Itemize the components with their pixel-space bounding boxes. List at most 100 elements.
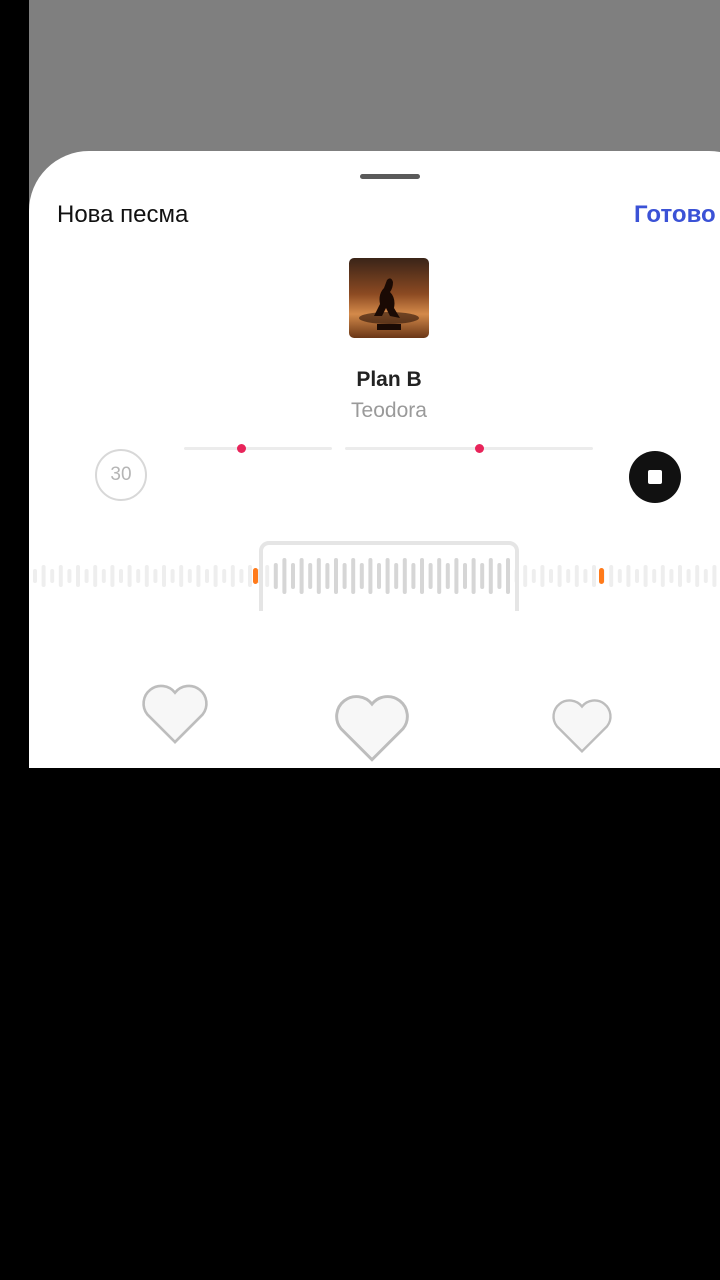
waveform-bar (402, 558, 407, 594)
waveform-bar (471, 558, 476, 594)
waveform-bar (626, 565, 631, 587)
waveform-bar (445, 563, 450, 589)
waveform-bar (230, 565, 235, 587)
waveform-bar (222, 569, 227, 583)
waveform-bar (153, 569, 158, 583)
waveform-bar (506, 558, 510, 594)
waveform-bar (265, 565, 270, 587)
done-button[interactable]: Готово (634, 201, 716, 229)
waveform-bar (643, 565, 648, 587)
waveform-bar (359, 563, 364, 589)
waveform-bar (686, 569, 691, 583)
waveform-bar (213, 565, 218, 587)
stop-icon (648, 470, 662, 484)
waveform-bar (394, 563, 399, 589)
waveform-bar (205, 569, 209, 583)
waveform-bars (33, 558, 717, 594)
waveform-bar (652, 569, 657, 583)
song-title: Plan B (356, 368, 422, 391)
waveform-bar (695, 565, 700, 587)
waveform-bar (592, 565, 596, 587)
waveform-bar (385, 558, 390, 594)
waveform-bar (609, 565, 614, 587)
trim-track-left (184, 447, 332, 450)
left-black-bar (0, 0, 29, 768)
song-picker-sheet: Нова песма Готово Plan B Teodora 30 (29, 151, 720, 768)
waveform-bar (273, 563, 278, 589)
waveform-bar (110, 565, 115, 587)
white-heart-icon[interactable] (139, 681, 211, 750)
waveform-bar (162, 565, 166, 587)
waveform-bar (101, 569, 106, 583)
waveform-bar (583, 569, 588, 583)
waveform-bar (703, 569, 708, 583)
waveform-bar (428, 563, 433, 589)
stop-button[interactable] (629, 451, 681, 503)
waveform-bar (170, 569, 175, 583)
waveform-bar (463, 563, 467, 589)
waveform-bar (127, 565, 132, 587)
waveform-bar (669, 569, 674, 583)
album-cover (349, 258, 429, 338)
waveform-bar (144, 565, 149, 587)
waveform-bar (351, 558, 356, 594)
waveform-bar (282, 558, 287, 594)
waveform-bar (411, 563, 416, 589)
trim-track-right (345, 447, 593, 450)
waveform-bar (437, 558, 442, 594)
waveform-bar (316, 558, 321, 594)
waveform-bar (76, 565, 80, 587)
waveform-bar (480, 563, 485, 589)
waveform-bar (239, 569, 244, 583)
waveform-bar (308, 563, 313, 589)
waveform-bar (342, 563, 347, 589)
waveform-scrubber[interactable] (29, 541, 720, 611)
waveform-bar (187, 569, 192, 583)
waveform-bar (557, 565, 562, 587)
white-heart-icon[interactable] (549, 696, 615, 759)
duration-badge[interactable]: 30 (95, 449, 147, 501)
waveform-bar (41, 565, 46, 587)
waveform-bar (299, 558, 304, 594)
waveform-bar (566, 569, 571, 583)
waveform-bar (712, 565, 717, 587)
waveform-bar (50, 569, 55, 583)
waveform-bar (549, 569, 553, 583)
waveform-bar (196, 565, 201, 587)
waveform-bar (377, 563, 381, 589)
drag-handle[interactable] (360, 174, 420, 179)
trim-start-marker[interactable] (237, 444, 246, 453)
waveform-bar (368, 558, 373, 594)
dimmed-backdrop[interactable]: Нова песма Готово Plan B Teodora 30 (29, 0, 720, 768)
waveform-bar (531, 569, 536, 583)
waveform-bar (291, 563, 295, 589)
sheet-title: Нова песма (57, 201, 189, 228)
white-heart-icon[interactable] (331, 691, 413, 768)
waveform-bar (119, 569, 123, 583)
selection-start-marker (253, 568, 258, 584)
waveform-bar (334, 558, 338, 594)
waveform-bar (617, 569, 622, 583)
trim-end-marker[interactable] (475, 444, 484, 453)
waveform-bar (136, 569, 141, 583)
waveform-bar (635, 569, 639, 583)
waveform-bar (454, 558, 459, 594)
song-artist: Teodora (351, 399, 427, 422)
waveform-bar (497, 563, 502, 589)
waveform-bar (488, 558, 493, 594)
waveform-bar (325, 563, 330, 589)
waveform-bar (540, 565, 545, 587)
waveform-bar (678, 565, 682, 587)
waveform-bar (179, 565, 184, 587)
waveform-bar (93, 565, 98, 587)
waveform-bar (248, 565, 252, 587)
waveform-bar (33, 569, 37, 583)
waveform-bar (574, 565, 579, 587)
black-bottom-area (0, 768, 720, 1280)
waveform-bar (58, 565, 63, 587)
waveform-bar (67, 569, 72, 583)
waveform-bar (660, 565, 665, 587)
waveform-bar (84, 569, 89, 583)
selection-end-marker (599, 568, 604, 584)
waveform-bar (523, 565, 528, 587)
